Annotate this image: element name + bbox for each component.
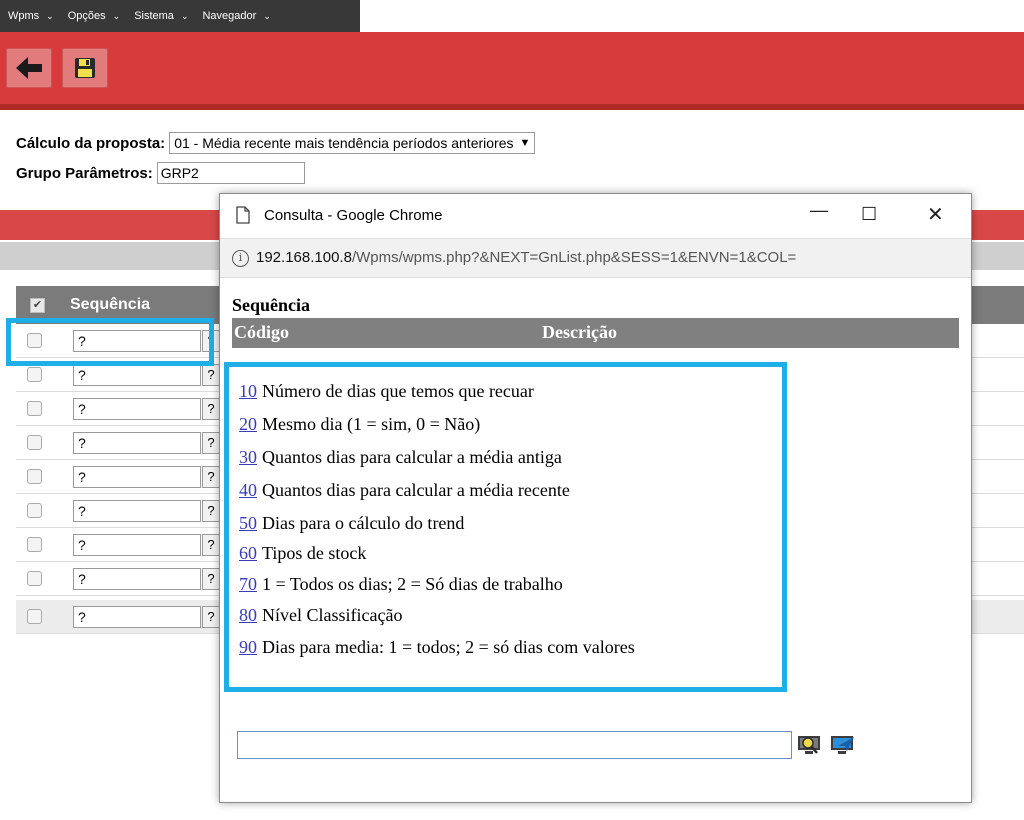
- save-button[interactable]: [62, 48, 108, 88]
- item-description: Dias para media: 1 = todos; 2 = só dias …: [262, 637, 635, 657]
- search-button[interactable]: [797, 734, 823, 761]
- lookup-button[interactable]: ?: [202, 398, 220, 420]
- url-text: 192.168.100.8/Wpms/wpms.php?&NEXT=GnList…: [256, 249, 796, 266]
- sequencia-input[interactable]: ?: [73, 500, 201, 522]
- sequencia-input[interactable]: ?: [73, 432, 201, 454]
- item-description: Quantos dias para calcular a média recen…: [262, 480, 570, 500]
- column-header-codigo: Código: [234, 322, 290, 342]
- code-link[interactable]: 20: [239, 414, 257, 434]
- menu-opcoes[interactable]: Opções ⌄: [68, 10, 120, 22]
- sequencia-input[interactable]: ?: [73, 398, 201, 420]
- sequencia-input[interactable]: ?: [73, 466, 201, 488]
- lookup-button[interactable]: ?: [202, 500, 220, 522]
- calculo-select[interactable]: 01 - Média recente mais tendência períod…: [169, 132, 536, 154]
- row-checkbox[interactable]: [27, 469, 42, 484]
- row-checkbox[interactable]: [27, 537, 42, 552]
- list-item: 20 Mesmo dia (1 = sim, 0 = Não): [239, 414, 480, 435]
- item-description: Nível Classificação: [262, 605, 403, 625]
- search-icon: [798, 736, 820, 754]
- chevron-down-icon: ⌄: [263, 10, 271, 21]
- code-link[interactable]: 10: [239, 381, 257, 401]
- list-item: 60 Tipos de stock: [239, 543, 366, 564]
- row-checkbox[interactable]: [27, 571, 42, 586]
- list-item: 10 Número de dias que temos que recuar: [239, 381, 534, 402]
- item-description: Tipos de stock: [262, 543, 367, 563]
- url-path: /Wpms/wpms.php?&NEXT=GnList.php&SESS=1&E…: [351, 249, 797, 266]
- menu-wpms[interactable]: Wpms ⌄: [8, 10, 54, 22]
- grupo-label: Grupo Parâmetros:: [16, 164, 153, 182]
- menu-navegador[interactable]: Navegador ⌄: [202, 10, 270, 22]
- popup-titlebar: Consulta - Google Chrome — ☐ ✕: [220, 194, 971, 238]
- list-item: 50 Dias para o cálculo do trend: [239, 513, 464, 534]
- lookup-button[interactable]: ?: [202, 432, 220, 454]
- lookup-button[interactable]: ?: [202, 534, 220, 556]
- grupo-row: Grupo Parâmetros: GRP2: [16, 162, 305, 184]
- list-item: 80 Nível Classificação: [239, 605, 402, 626]
- code-link[interactable]: 30: [239, 447, 257, 467]
- floppy-disk-icon: [75, 58, 95, 78]
- popup-title: Consulta - Google Chrome: [264, 207, 443, 224]
- code-link[interactable]: 40: [239, 480, 257, 500]
- url-host: 192.168.100.8: [256, 249, 352, 266]
- lookup-button[interactable]: ?: [202, 466, 220, 488]
- list-item: 70 1 = Todos os dias; 2 = Só dias de trab…: [239, 574, 563, 595]
- send-button[interactable]: [830, 734, 858, 761]
- toolbar: [0, 32, 1024, 110]
- code-link[interactable]: 60: [239, 543, 257, 563]
- column-header-descricao: Descrição: [542, 322, 617, 342]
- highlight-box-first-row: [6, 318, 214, 366]
- close-icon[interactable]: ✕: [927, 202, 944, 227]
- code-link[interactable]: 80: [239, 605, 257, 625]
- top-menu-bar: Wpms ⌄ Opções ⌄ Sistema ⌄ Navegador ⌄: [0, 0, 360, 32]
- row-checkbox[interactable]: [27, 367, 42, 382]
- code-link[interactable]: 90: [239, 637, 257, 657]
- item-description: Mesmo dia (1 = sim, 0 = Não): [262, 414, 481, 434]
- lookup-button[interactable]: ?: [202, 606, 220, 628]
- list-item: 40 Quantos dias para calcular a média rec…: [239, 480, 570, 501]
- arrow-left-icon: [16, 57, 42, 79]
- monitor-arrow-icon: [831, 736, 854, 754]
- menu-sistema[interactable]: Sistema ⌄: [134, 10, 188, 22]
- popup-heading: Sequência: [232, 295, 311, 315]
- popup-column-header: Código Descrição: [232, 318, 959, 348]
- code-link[interactable]: 70: [239, 574, 257, 594]
- column-header-sequencia[interactable]: Sequência: [70, 296, 150, 314]
- grupo-input[interactable]: GRP2: [156, 162, 305, 184]
- calculo-row: Cálculo da proposta: 01 - Média recente …: [16, 132, 536, 154]
- row-checkbox[interactable]: [27, 503, 42, 518]
- maximize-icon[interactable]: ☐: [861, 204, 877, 225]
- consulta-popup-window: Consulta - Google Chrome — ☐ ✕ i 192.168…: [219, 193, 972, 803]
- lookup-button[interactable]: ?: [202, 568, 220, 590]
- chevron-down-icon: ⌄: [46, 10, 54, 21]
- lookup-button[interactable]: ?: [202, 364, 220, 386]
- search-input[interactable]: [237, 731, 792, 759]
- item-description: 1 = Todos os dias; 2 = Só dias de trabal…: [262, 574, 563, 594]
- minimize-icon[interactable]: —: [810, 200, 828, 221]
- row-checkbox[interactable]: [27, 401, 42, 416]
- item-description: Número de dias que temos que recuar: [262, 381, 534, 401]
- item-description: Dias para o cálculo do trend: [262, 513, 465, 533]
- info-icon[interactable]: i: [232, 250, 249, 267]
- row-checkbox[interactable]: [27, 609, 42, 624]
- select-all-checkbox[interactable]: ✔: [30, 298, 45, 313]
- code-link[interactable]: 50: [239, 513, 257, 533]
- page-icon: [236, 206, 250, 224]
- calculo-select-value: 01 - Média recente mais tendência períod…: [174, 135, 514, 151]
- chevron-down-icon: ⌄: [180, 10, 189, 21]
- sequencia-input[interactable]: ?: [73, 364, 201, 386]
- calculo-label: Cálculo da proposta:: [16, 134, 166, 152]
- result-list: 10 Número de dias que temos que recuar 20…: [224, 362, 787, 692]
- sequencia-input[interactable]: ?: [73, 606, 201, 628]
- dropdown-arrow-icon: ▼: [519, 137, 531, 149]
- sequencia-input[interactable]: ?: [73, 568, 201, 590]
- list-item: 90 Dias para media: 1 = todos; 2 = só dia…: [239, 637, 635, 658]
- list-item: 30 Quantos dias para calcular a média ant…: [239, 447, 562, 468]
- row-checkbox[interactable]: [27, 435, 42, 450]
- sequencia-input[interactable]: ?: [73, 534, 201, 556]
- chevron-down-icon: ⌄: [112, 10, 121, 21]
- back-button[interactable]: [6, 48, 52, 88]
- item-description: Quantos dias para calcular a média antig…: [262, 447, 562, 467]
- address-bar[interactable]: i 192.168.100.8/Wpms/wpms.php?&NEXT=GnLi…: [220, 238, 971, 278]
